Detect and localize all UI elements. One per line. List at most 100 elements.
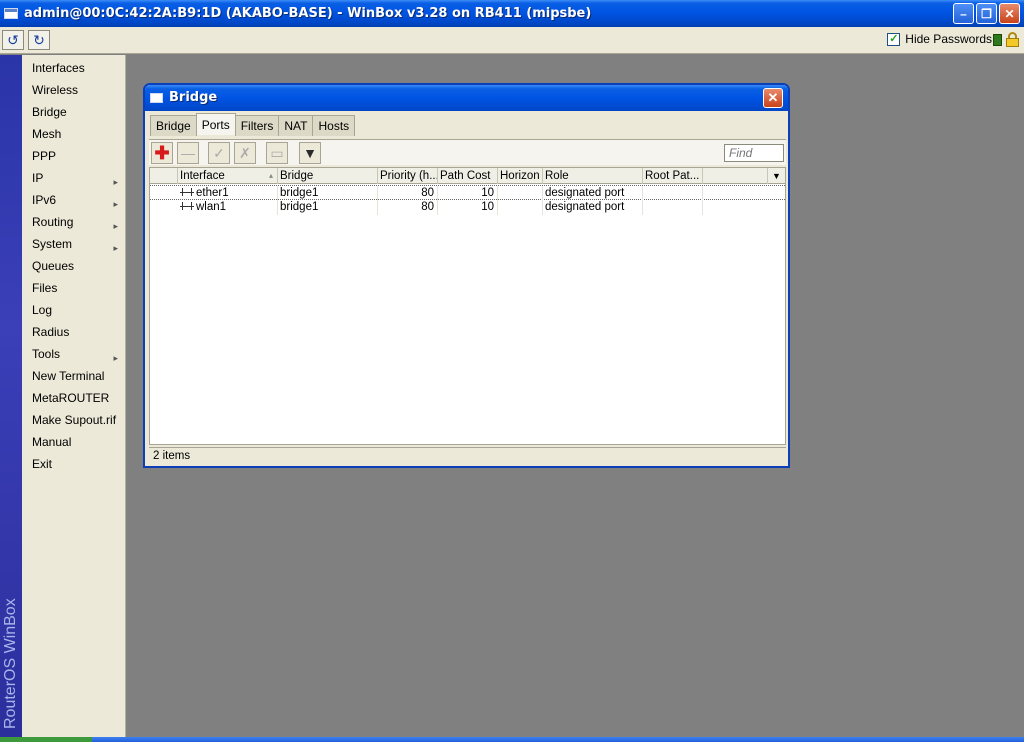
window-icon (150, 93, 163, 103)
tab-hosts[interactable]: Hosts (312, 115, 356, 136)
menu-item-label: Exit (32, 457, 53, 471)
column-header-root-pat[interactable]: Root Pat... (643, 168, 703, 184)
menu-item-files[interactable]: Files (22, 277, 126, 299)
cell-horizon (498, 186, 543, 201)
menu-item-system[interactable]: System ▸ (22, 233, 126, 255)
cell-value: 10 (481, 187, 494, 199)
menu-item-exit[interactable]: Exit (22, 453, 126, 475)
menu-item-make-supout-rif[interactable]: Make Supout.rif (22, 409, 126, 431)
column-header-label: Root Pat... (645, 170, 700, 182)
menu-item-ip[interactable]: IP ▸ (22, 167, 126, 189)
cell-value: bridge1 (280, 187, 319, 199)
menu-item-bridge[interactable]: Bridge (22, 101, 126, 123)
menu-item-label: New Terminal (32, 369, 105, 383)
menu-item-label: Manual (32, 435, 72, 449)
cell-value: designated port (545, 201, 625, 213)
header-selector[interactable] (150, 168, 178, 184)
hide-passwords-checkbox[interactable]: ✓ (887, 32, 901, 46)
menu-item-routing[interactable]: Routing ▸ (22, 211, 126, 233)
cell-value: wlan1 (196, 201, 227, 213)
menu-item-radius[interactable]: Radius (22, 321, 126, 343)
menu-item-log[interactable]: Log (22, 299, 126, 321)
menu-item-mesh[interactable]: Mesh (22, 123, 126, 145)
add-button[interactable]: ✚ (151, 142, 173, 164)
bridge-ports-toolbar: ✚ — ✓ ✗ ▭ ▼ (149, 139, 786, 165)
bridge-window-title: Bridge (169, 90, 218, 105)
column-header-bridge[interactable]: Bridge (278, 168, 378, 184)
menu-item-tools[interactable]: Tools ▸ (22, 343, 126, 365)
menu-item-new-terminal[interactable]: New Terminal (22, 365, 126, 387)
menu-item-metarouter[interactable]: MetaROUTER (22, 387, 126, 409)
menu-item-label: Queues (32, 259, 75, 273)
menu-item-label: Interfaces (32, 61, 85, 75)
column-header-interface[interactable]: Interface ▴ (178, 168, 278, 184)
cell-value: bridge1 (280, 201, 319, 213)
plus-icon: ✚ (154, 142, 170, 163)
redo-button[interactable]: ↻ (28, 30, 50, 50)
column-header-role[interactable]: Role (543, 168, 643, 184)
start-button[interactable] (0, 737, 92, 742)
cell-bridge: bridge1 (278, 186, 378, 201)
sort-ascending-icon: ▴ (268, 171, 273, 180)
enable-button[interactable]: ✓ (208, 142, 230, 164)
cell-role: designated port (543, 200, 643, 215)
menu-item-manual[interactable]: Manual (22, 431, 126, 453)
find-input[interactable] (724, 144, 784, 162)
column-header-priority-h[interactable]: Priority (h... (378, 168, 438, 184)
interface-port-icon (180, 202, 194, 211)
column-header-horizon[interactable]: Horizon (498, 168, 543, 184)
tab-ports[interactable]: Ports (195, 113, 236, 135)
bridge-close-button[interactable]: ✕ (763, 88, 783, 108)
bridge-window-titlebar[interactable]: Bridge ✕ (145, 85, 788, 111)
tab-bridge[interactable]: Bridge (150, 115, 197, 136)
menu-item-label: Make Supout.rif (32, 413, 117, 427)
lock-icon (1006, 32, 1019, 47)
cell-value: 80 (421, 187, 434, 199)
column-header-label: Role (545, 170, 569, 182)
menu-item-interfaces[interactable]: Interfaces (22, 57, 126, 79)
column-header-path-cost[interactable]: Path Cost (438, 168, 498, 184)
comment-icon: ▭ (270, 144, 284, 161)
filter-button[interactable]: ▼ (299, 142, 321, 164)
taskbar (0, 737, 1024, 742)
filter-icon: ▼ (303, 145, 317, 161)
menu-item-queues[interactable]: Queues (22, 255, 126, 277)
redo-icon: ↻ (33, 31, 45, 48)
table-row[interactable]: ether1 bridge1 80 10 designated port (150, 185, 785, 201)
ports-table-header: Interface ▴ Bridge Priority (h... Path Cost H… (150, 168, 785, 184)
minimize-button[interactable]: – (953, 3, 974, 24)
winbox-app-icon[interactable] (4, 8, 18, 19)
cell-interface: wlan1 (178, 200, 278, 215)
menu-item-label: Tools (32, 347, 61, 361)
main-menu: Interfaces Wireless Bridge Mesh PPP IP ▸ IPv6 ▸ R… (22, 55, 126, 737)
menu-item-label: Bridge (32, 105, 67, 119)
menu-item-ppp[interactable]: PPP (22, 145, 126, 167)
undo-button[interactable]: ↺ (2, 30, 24, 50)
menu-item-wireless[interactable]: Wireless (22, 79, 126, 101)
cell-role: designated port (543, 186, 643, 201)
disable-button[interactable]: ✗ (234, 142, 256, 164)
column-header-label: Priority (h... (380, 170, 438, 182)
connection-status-indicator (993, 34, 1002, 46)
tab-filters[interactable]: Filters (234, 115, 280, 136)
menu-item-label: Routing (32, 215, 74, 229)
brand-strip: RouterOS WinBox (0, 55, 22, 737)
window-controls: – ❐ ✕ (953, 3, 1020, 24)
main-titlebar[interactable]: admin@00:0C:42:2A:B9:1D (AKABO-BASE) - W… (0, 0, 1024, 27)
menu-item-label: PPP (32, 149, 57, 163)
restore-button[interactable]: ❐ (976, 3, 997, 24)
cell-root-path (643, 200, 703, 215)
menu-item-label: Mesh (32, 127, 62, 141)
bridge-window[interactable]: Bridge ✕ Bridge Ports Filters NAT Hosts ✚ — … (143, 83, 790, 468)
remove-button[interactable]: — (177, 142, 199, 164)
table-row[interactable]: wlan1 bridge1 80 10 designated port (150, 200, 785, 215)
menu-item-ipv6[interactable]: IPv6 ▸ (22, 189, 126, 211)
comment-button[interactable]: ▭ (266, 142, 288, 164)
cross-icon: ✗ (239, 144, 251, 161)
hide-passwords-toggle[interactable]: ✓ Hide Passwords (887, 32, 992, 46)
column-chooser-dropdown-icon[interactable]: ▼ (767, 168, 785, 184)
cell-priority: 80 (378, 186, 438, 201)
cell-path-cost: 10 (438, 186, 498, 201)
close-button[interactable]: ✕ (999, 3, 1020, 24)
tab-nat[interactable]: NAT (278, 115, 314, 136)
